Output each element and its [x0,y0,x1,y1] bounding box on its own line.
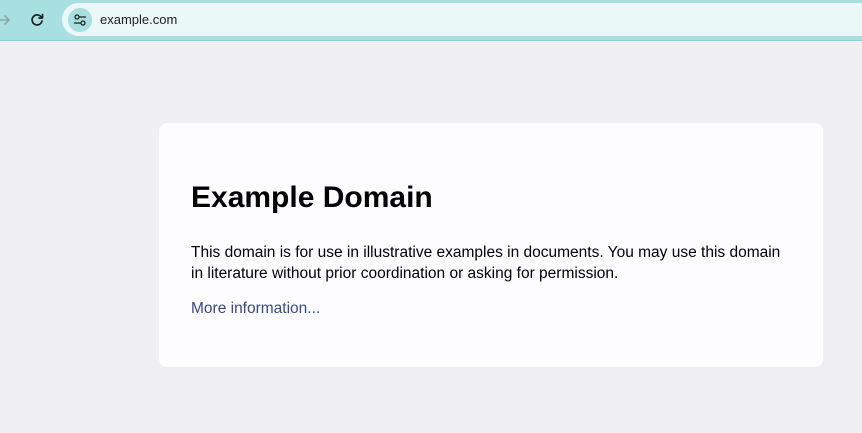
site-info-button[interactable] [68,7,92,32]
page-heading: Example Domain [191,181,433,214]
address-bar[interactable]: example.com [62,3,862,36]
forward-button[interactable] [0,6,18,34]
tune-icon [73,13,87,26]
reload-button[interactable] [23,6,51,34]
content-card: Example Domain This domain is for use in… [159,123,823,367]
browser-toolbar: example.com [0,0,862,41]
arrow-right-icon [0,15,10,25]
more-information-link[interactable]: More information... [191,300,320,318]
reload-icon [31,13,44,26]
url-text[interactable]: example.com [100,12,177,27]
page-description: This domain is for use in illustrative e… [191,244,781,282]
